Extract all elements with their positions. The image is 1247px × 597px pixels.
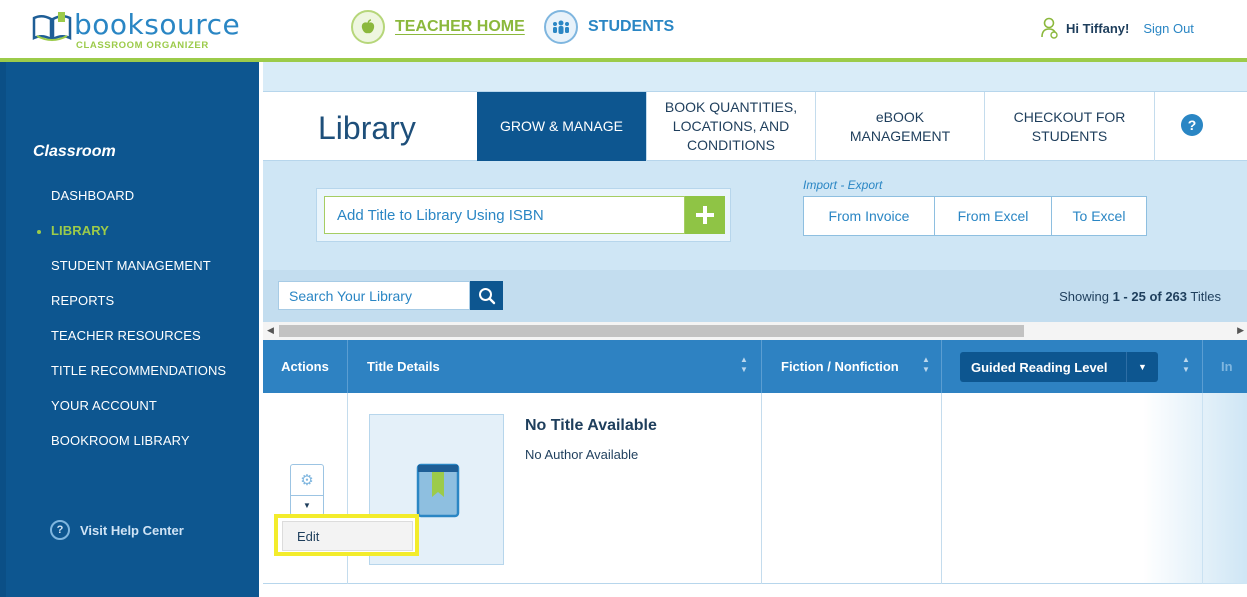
nav-students[interactable]: STUDENTS — [544, 10, 674, 44]
book-author: No Author Available — [525, 447, 639, 462]
sort-arrows-icon[interactable]: ▲ ▼ — [1182, 355, 1190, 375]
sort-arrows-icon[interactable]: ▲ ▼ — [922, 355, 930, 375]
sign-out-link[interactable]: Sign Out — [1143, 21, 1194, 36]
column-header-partial: In — [1221, 359, 1233, 374]
isbn-add-box: Add Title to Library Using ISBN — [316, 188, 731, 242]
brand-tagline: CLASSROOM ORGANIZER — [76, 40, 209, 51]
nav-teacher-home[interactable]: TEACHER HOME — [351, 10, 525, 44]
table-header: Actions Title Details ▲ ▼ Fiction / Nonfi… — [263, 340, 1247, 393]
scroll-fade-overlay — [1143, 393, 1247, 597]
top-strip — [263, 62, 1247, 91]
fiction-cell — [762, 393, 942, 584]
help-center-label: Visit Help Center — [80, 522, 184, 538]
to-excel-button[interactable]: To Excel — [1051, 197, 1146, 235]
tab-book-quantities[interactable]: BOOK QUANTITIES, LOCATIONS, AND CONDITIO… — [646, 92, 815, 161]
gear-icon: ⚙ — [300, 472, 314, 489]
plus-icon — [696, 206, 714, 224]
column-label-title-details: Title Details — [367, 359, 440, 374]
search-icon — [478, 287, 495, 304]
edit-menu-item[interactable]: Edit — [282, 521, 413, 551]
add-title-button[interactable] — [685, 196, 725, 234]
sidebar-item-student-management[interactable]: STUDENT MANAGEMENT — [51, 258, 211, 273]
library-search-bar: Search Your Library Showing 1 - 25 of 26… — [263, 270, 1247, 322]
import-export-group: From Invoice From Excel To Excel — [803, 196, 1147, 236]
import-export-label: Import - Export — [803, 178, 883, 192]
results-prefix: Showing — [1059, 289, 1113, 304]
scrollbar-thumb[interactable] — [279, 325, 1024, 337]
brand-name: booksource — [74, 8, 241, 41]
library-tab-bar: Library GROW & MANAGE BOOK QUANTITIES, L… — [263, 91, 1247, 161]
help-circle-icon: ? — [50, 520, 70, 540]
from-excel-button[interactable]: From Excel — [934, 197, 1051, 235]
row-actions-menu: Edit — [274, 514, 419, 556]
chevron-down-icon: ▼ — [1126, 352, 1158, 382]
sidebar-item-title-recommendations[interactable]: TITLE RECOMMENDATIONS — [51, 363, 226, 378]
caret-down-icon[interactable]: ▼ — [291, 495, 323, 515]
results-count: Showing 1 - 25 of 263 Titles — [1059, 289, 1221, 304]
scroll-right-arrow-icon[interactable]: ▶ — [1237, 325, 1244, 336]
nav-teacher-home-label: TEACHER HOME — [395, 18, 525, 35]
sidebar-item-bookroom-library[interactable]: BOOKROOM LIBRARY — [51, 433, 190, 448]
tab-ebook-management[interactable]: eBOOK MANAGEMENT — [815, 92, 984, 161]
sidebar-item-dashboard[interactable]: DASHBOARD — [51, 188, 134, 203]
isbn-input[interactable]: Add Title to Library Using ISBN — [324, 196, 685, 234]
apple-icon — [351, 10, 385, 44]
sidebar: Classroom DASHBOARD LIBRARY STUDENT MANA… — [6, 62, 259, 597]
tab-checkout-students[interactable]: CHECKOUT FOR STUDENTS — [984, 92, 1154, 161]
sidebar-item-library[interactable]: LIBRARY — [51, 223, 109, 238]
page-title: Library — [318, 110, 416, 146]
results-suffix: Titles — [1187, 289, 1221, 304]
search-button[interactable] — [470, 281, 503, 310]
sidebar-title: Classroom — [33, 143, 116, 160]
nav-students-label: STUDENTS — [588, 18, 675, 35]
guided-reading-level-dropdown[interactable]: Guided Reading Level ▼ — [960, 352, 1158, 382]
horizontal-scrollbar[interactable]: ◀ ▶ — [263, 322, 1247, 340]
booksource-logo[interactable]: booksource CLASSROOM ORGANIZER — [32, 6, 252, 52]
active-indicator-dot — [37, 230, 41, 234]
from-invoice-button[interactable]: From Invoice — [804, 197, 934, 235]
guided-reading-level-label: Guided Reading Level — [971, 359, 1108, 375]
column-header-fiction[interactable]: Fiction / Nonfiction ▲ ▼ — [762, 340, 942, 393]
row-actions-button[interactable]: ⚙ ▼ — [290, 464, 324, 516]
help-button-icon[interactable]: ? — [1181, 114, 1203, 136]
user-greeting: Hi Tiffany! Sign Out — [1040, 17, 1194, 39]
table-row — [263, 584, 1247, 597]
column-label-fiction: Fiction / Nonfiction — [781, 359, 899, 374]
sidebar-item-your-account[interactable]: YOUR ACCOUNT — [51, 398, 157, 413]
user-icon — [1041, 17, 1058, 39]
open-book-logo-icon — [32, 12, 72, 42]
book-title[interactable]: No Title Available — [525, 417, 657, 435]
sidebar-item-teacher-resources[interactable]: TEACHER RESOURCES — [51, 328, 201, 343]
help-center-link[interactable]: ? Visit Help Center — [50, 520, 184, 540]
search-library-input[interactable]: Search Your Library — [278, 281, 470, 310]
column-header-title-details[interactable]: Title Details ▲ ▼ — [348, 340, 762, 393]
greeting-text: Hi Tiffany! — [1066, 20, 1130, 36]
scroll-left-arrow-icon[interactable]: ◀ — [267, 325, 274, 336]
top-header: booksource CLASSROOM ORGANIZER TEACHER H… — [0, 0, 1247, 58]
students-icon — [544, 10, 578, 44]
sort-arrows-icon[interactable]: ▲ ▼ — [740, 355, 748, 375]
results-range: 1 - 25 of 263 — [1112, 289, 1188, 304]
sidebar-item-reports[interactable]: REPORTS — [51, 293, 114, 308]
tab-grow-manage[interactable]: GROW & MANAGE — [477, 92, 646, 161]
column-header-actions: Actions — [263, 340, 348, 393]
